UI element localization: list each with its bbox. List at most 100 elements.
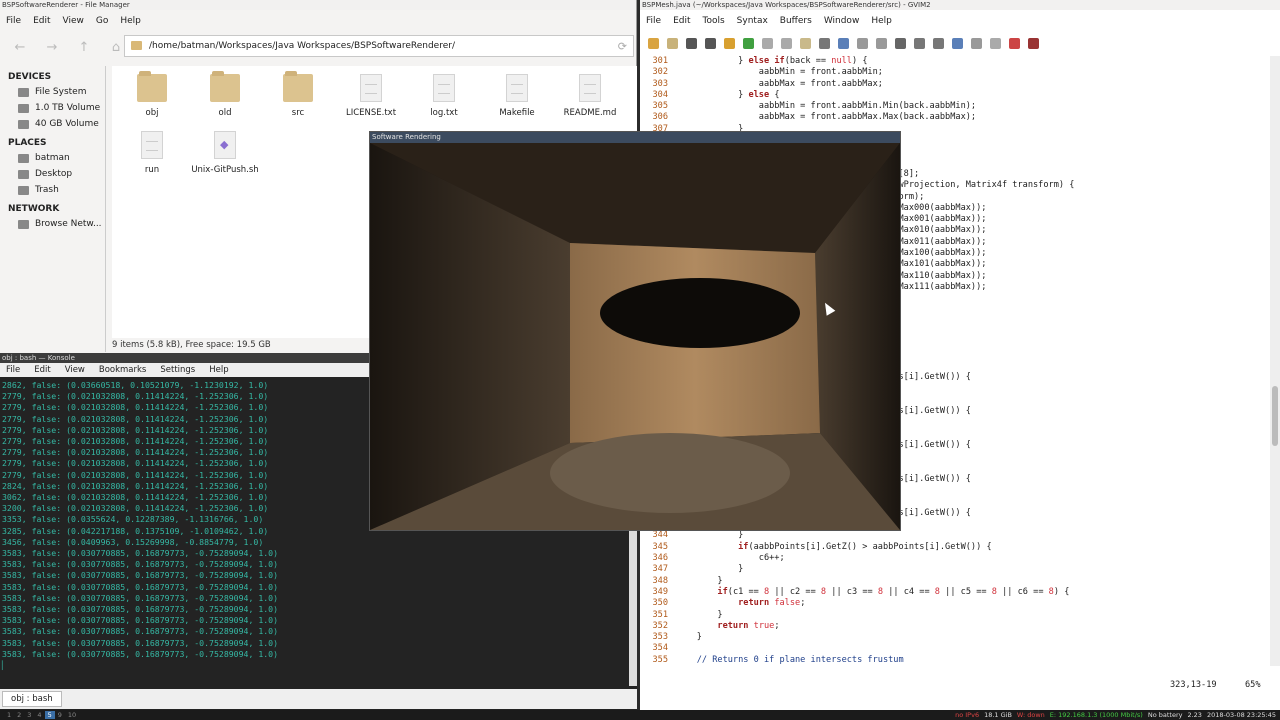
toolbar-icon[interactable] — [990, 37, 1001, 49]
menu-file[interactable]: File — [6, 16, 21, 26]
sidebar-item[interactable]: File System — [0, 84, 105, 100]
toolbar-icon[interactable] — [781, 37, 792, 49]
toolbar-icon[interactable] — [667, 37, 678, 49]
file-item[interactable]: LICENSE.txt — [333, 66, 409, 118]
code-line: 306 aabbMax = front.aabbMax.Max(back.aab… — [640, 112, 1270, 123]
toolbar-icon[interactable] — [705, 37, 716, 49]
scrollbar[interactable] — [1270, 56, 1280, 666]
location-bar[interactable]: /home/batman/Workspaces/Java Workspaces/… — [124, 35, 634, 57]
menu-window[interactable]: Window — [824, 16, 860, 26]
home-icon[interactable]: ⌂ — [106, 37, 126, 57]
toolbar-icon[interactable] — [895, 37, 906, 49]
code-line: 347 } — [640, 564, 1270, 575]
line-number: 301 — [652, 56, 668, 66]
menu-help[interactable]: Help — [120, 16, 141, 26]
code-line: 349 if(c1 == 8 || c2 == 8 || c3 == 8 || … — [640, 587, 1270, 598]
script-icon — [214, 131, 236, 159]
workspace-5[interactable]: 5 — [44, 711, 55, 719]
toolbar-icon[interactable] — [1009, 37, 1020, 49]
workspace-10[interactable]: 10 — [65, 711, 79, 719]
line-number: 351 — [652, 609, 668, 620]
file-item[interactable]: log.txt — [406, 66, 482, 118]
toolbar-icon[interactable] — [743, 37, 754, 49]
sidebar-item[interactable]: batman — [0, 150, 105, 166]
sidebar-item[interactable]: 1.0 TB Volume — [0, 100, 105, 116]
workspace-4[interactable]: 4 — [34, 711, 44, 719]
file-item[interactable]: Unix-GitPush.sh — [187, 123, 263, 175]
up-icon[interactable]: ↑ — [74, 37, 94, 57]
menu-edit[interactable]: Edit — [33, 16, 50, 26]
toolbar-icon[interactable] — [971, 37, 982, 49]
toolbar-icon[interactable] — [857, 37, 868, 49]
menu-bookmarks[interactable]: Bookmarks — [99, 365, 147, 375]
sidebar-item[interactable]: 40 GB Volume — [0, 116, 105, 132]
file-item[interactable]: Makefile — [479, 66, 555, 118]
file-item[interactable]: src — [260, 66, 336, 118]
menu-help[interactable]: Help — [871, 16, 892, 26]
toolbar-icon[interactable] — [800, 37, 811, 49]
toolbar-icon[interactable] — [762, 37, 773, 49]
menu-edit[interactable]: Edit — [673, 16, 690, 26]
menu-file[interactable]: File — [6, 365, 20, 375]
terminal-line: 3583, false: (0.030770885, 0.16879773, -… — [2, 604, 279, 615]
file-name: obj — [145, 108, 159, 118]
menu-settings[interactable]: Settings — [160, 365, 195, 375]
workspace-9[interactable]: 9 — [55, 711, 65, 719]
sidebar-item-label: Browse Netw... — [35, 219, 102, 229]
line-number: 303 — [652, 78, 668, 89]
toolbar-icon[interactable] — [686, 37, 697, 49]
toolbar-icon[interactable] — [648, 37, 659, 49]
menu-go[interactable]: Go — [96, 16, 108, 26]
menu-bar: File Edit Tools Syntax Buffers Window Help — [640, 10, 1280, 32]
file-item[interactable]: obj — [114, 66, 190, 118]
toolbar-icon[interactable] — [876, 37, 887, 49]
render-window[interactable]: Software Rendering — [369, 131, 901, 531]
file-item[interactable]: old — [187, 66, 263, 118]
code-text: return false; — [738, 598, 806, 609]
line-number: 304 — [652, 89, 668, 100]
floor-light — [550, 433, 790, 513]
workspace-3[interactable]: 3 — [24, 711, 34, 719]
line-number: 353 — [652, 632, 668, 643]
workspace-1[interactable]: 1 — [4, 711, 14, 719]
drive-icon — [18, 169, 29, 179]
line-number: 352 — [652, 620, 668, 631]
code-line: 355 // Returns 0 if plane intersects fru… — [640, 655, 1270, 666]
menu-help[interactable]: Help — [209, 365, 228, 375]
terminal-line: 3583, false: (0.030770885, 0.16879773, -… — [2, 648, 279, 659]
menu-edit[interactable]: Edit — [34, 365, 50, 375]
menu-view[interactable]: View — [65, 365, 85, 375]
system-panel: 1 2 3 4 5 9 10 no IPv6 18.1 GiB W: down E: 192.16… — [0, 710, 1280, 720]
toolbar-icon[interactable] — [952, 37, 963, 49]
reload-icon[interactable]: ⟳ — [618, 40, 627, 53]
file-item[interactable]: run — [114, 123, 190, 175]
toolbar-icon[interactable] — [1028, 37, 1039, 49]
sidebar-item[interactable]: Trash — [0, 182, 105, 198]
menu-view[interactable]: View — [63, 16, 84, 26]
menu-tools[interactable]: Tools — [703, 16, 725, 26]
file-item[interactable]: README.md — [552, 66, 628, 118]
terminal-line: 3583, false: (0.030770885, 0.16879773, -… — [2, 570, 279, 581]
document-icon — [433, 74, 455, 102]
sidebar: DEVICES File System 1.0 TB Volume 40 GB Vol… — [0, 66, 106, 352]
code-text: } — [676, 575, 723, 586]
sidebar-item[interactable]: Browse Netw... — [0, 216, 105, 232]
sidebar-item-label: 40 GB Volume — [35, 119, 99, 129]
sidebar-item[interactable]: Desktop — [0, 166, 105, 182]
menu-file[interactable]: File — [646, 16, 661, 26]
toolbar-icon[interactable] — [838, 37, 849, 49]
toolbar-icon[interactable] — [724, 37, 735, 49]
status-item: 18.1 GiB — [984, 711, 1012, 719]
toolbar-icon[interactable] — [819, 37, 830, 49]
menu-buffers[interactable]: Buffers — [780, 16, 812, 26]
toolbar-icon[interactable] — [914, 37, 925, 49]
tab-bash[interactable]: obj : bash — [2, 691, 62, 707]
scrollbar-thumb[interactable] — [1272, 386, 1278, 446]
code-line: 348 } — [640, 576, 1270, 587]
drive-icon — [18, 153, 29, 163]
back-icon[interactable]: ← — [10, 37, 30, 57]
menu-syntax[interactable]: Syntax — [737, 16, 768, 26]
workspace-2[interactable]: 2 — [14, 711, 24, 719]
toolbar-icon[interactable] — [933, 37, 944, 49]
forward-icon[interactable]: → — [42, 37, 62, 57]
